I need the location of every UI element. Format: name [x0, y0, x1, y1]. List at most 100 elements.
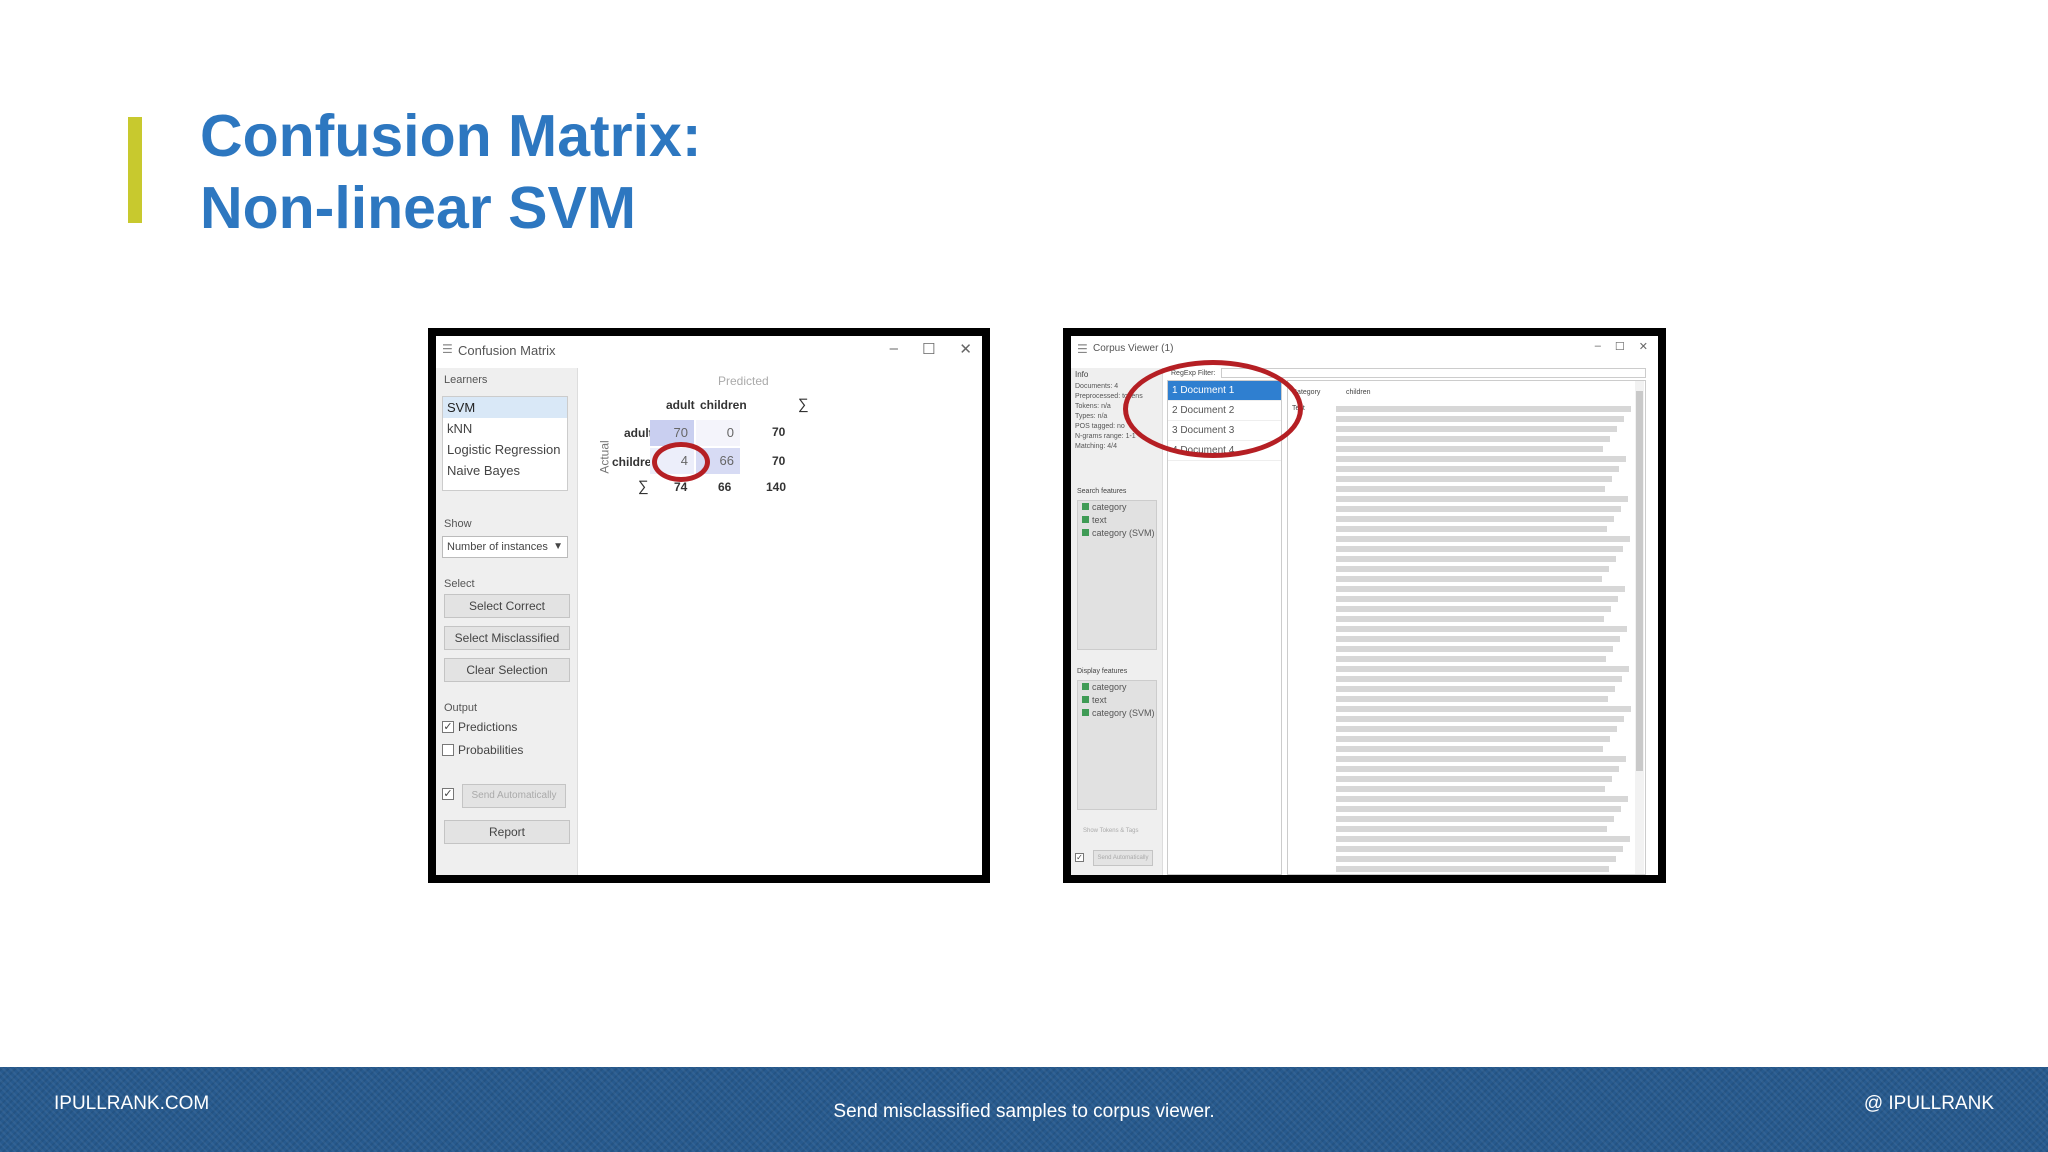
text-line [1336, 446, 1603, 452]
close-icon[interactable]: ✕ [959, 340, 972, 358]
title-accent-bar [128, 117, 142, 223]
clear-selection-button[interactable]: Clear Selection [444, 658, 570, 682]
text-line [1336, 866, 1609, 872]
actual-label: Actual [597, 440, 612, 474]
display-features-label: Display features [1077, 668, 1128, 675]
app-icon: ☰ [442, 342, 453, 356]
send-automatically-button[interactable]: Send Automatically [462, 784, 566, 808]
report-button[interactable]: Report [444, 820, 570, 844]
learner-item-naive-bayes[interactable]: Naive Bayes [443, 460, 567, 481]
checkbox-unchecked-icon [442, 744, 454, 756]
checkbox-checked-icon: ✓ [442, 721, 454, 733]
select-misclassified-button[interactable]: Select Misclassified [444, 626, 570, 650]
learner-item-knn[interactable]: kNN [443, 418, 567, 439]
text-line [1336, 526, 1607, 532]
matrix-cell-adult-children[interactable]: 0 [696, 420, 740, 446]
highlight-circle [1123, 360, 1303, 458]
scrollbar[interactable] [1635, 381, 1644, 874]
text-line [1336, 406, 1631, 412]
row-header-adult: adult [624, 426, 653, 440]
maximize-icon[interactable]: ☐ [922, 340, 935, 358]
category-value: children [1346, 389, 1371, 396]
text-line [1336, 476, 1612, 482]
predictions-label: Predictions [458, 720, 518, 734]
text-line [1336, 686, 1615, 692]
text-line [1336, 656, 1606, 662]
feature-type-icon [1082, 516, 1089, 523]
feature-type-icon [1082, 529, 1089, 536]
text-line [1336, 606, 1611, 612]
text-line [1336, 516, 1614, 522]
search-features-list: category text category (SVM) [1077, 500, 1157, 650]
title-line-2: Non-linear SVM [200, 175, 636, 241]
text-line [1336, 626, 1627, 632]
text-line [1336, 796, 1628, 802]
search-feature-item[interactable]: text [1078, 514, 1156, 527]
search-feature-item[interactable]: category [1078, 501, 1156, 514]
send-automatically-checkbox[interactable]: ✓ [442, 788, 454, 800]
learner-item-svm[interactable]: SVM [443, 397, 567, 418]
text-line [1336, 736, 1610, 742]
window-title: Corpus Viewer (1) [1093, 343, 1174, 354]
predicted-label: Predicted [718, 374, 769, 388]
text-line [1336, 666, 1629, 672]
info-line: Matching: 4/4 [1075, 443, 1118, 450]
row-total-children: 70 [772, 454, 786, 468]
search-feature-item[interactable]: category (SVM) [1078, 527, 1156, 540]
display-features-list: category text category (SVM) [1077, 680, 1157, 810]
maximize-icon[interactable]: ☐ [1615, 340, 1625, 353]
app-icon: ☰ [1077, 342, 1088, 356]
close-icon[interactable]: ✕ [1639, 340, 1648, 353]
text-line [1336, 746, 1603, 752]
feature-type-icon [1082, 709, 1089, 716]
window-titlebar: ☰ Confusion Matrix – ☐ ✕ [436, 336, 982, 364]
display-feature-item[interactable]: category [1078, 681, 1156, 694]
window-titlebar: ☰ Corpus Viewer (1) – ☐ ✕ [1071, 336, 1658, 364]
select-correct-button[interactable]: Select Correct [444, 594, 570, 618]
show-dropdown[interactable]: Number of instances ▼ [442, 536, 568, 558]
text-line [1336, 456, 1626, 462]
text-line [1336, 846, 1623, 852]
matrix-area: Predicted Actual adult children ∑ adult … [582, 368, 982, 875]
document-text-body [1288, 403, 1635, 874]
scrollbar-thumb[interactable] [1636, 391, 1643, 771]
text-line [1336, 646, 1613, 652]
minimize-icon[interactable]: – [890, 340, 898, 358]
text-line [1336, 836, 1630, 842]
title-line-1: Confusion Matrix: [200, 103, 702, 169]
col-total-children: 66 [718, 480, 732, 494]
text-line [1336, 596, 1618, 602]
show-dropdown-value: Number of instances [447, 541, 548, 553]
text-line [1336, 616, 1604, 622]
display-feature-item[interactable]: text [1078, 694, 1156, 707]
text-line [1336, 806, 1621, 812]
document-text-view: Category children Text [1287, 380, 1646, 875]
text-line [1336, 696, 1608, 702]
send-automatically-checkbox[interactable]: ✓ [1075, 852, 1084, 862]
corpus-viewer-window: ☰ Corpus Viewer (1) – ☐ ✕ Info Documents… [1063, 328, 1666, 883]
text-line [1336, 856, 1616, 862]
probabilities-checkbox[interactable]: Probabilities [442, 743, 523, 757]
feature-type-icon [1082, 683, 1089, 690]
text-line [1336, 436, 1610, 442]
window-title: Confusion Matrix [458, 343, 556, 358]
text-line [1336, 536, 1630, 542]
sum-col-header: ∑ [798, 396, 809, 413]
display-feature-item[interactable]: category (SVM) [1078, 707, 1156, 720]
predictions-checkbox[interactable]: ✓ Predictions [442, 720, 517, 734]
minimize-icon[interactable]: – [1595, 340, 1601, 353]
text-line [1336, 756, 1626, 762]
row-total-adult: 70 [772, 425, 786, 439]
learner-item-logistic-regression[interactable]: Logistic Regression [443, 439, 567, 460]
regexp-filter-input[interactable] [1221, 368, 1646, 378]
text-line [1336, 826, 1607, 832]
send-automatically-button[interactable]: Send Automatically [1093, 850, 1153, 866]
text-line [1336, 546, 1623, 552]
text-line [1336, 416, 1624, 422]
text-line [1336, 726, 1617, 732]
show-tokens-checkbox[interactable]: Show Tokens & Tags [1083, 828, 1138, 834]
text-line [1336, 776, 1612, 782]
feature-type-icon [1082, 503, 1089, 510]
text-line [1336, 676, 1622, 682]
search-features-label: Search features [1077, 488, 1127, 495]
